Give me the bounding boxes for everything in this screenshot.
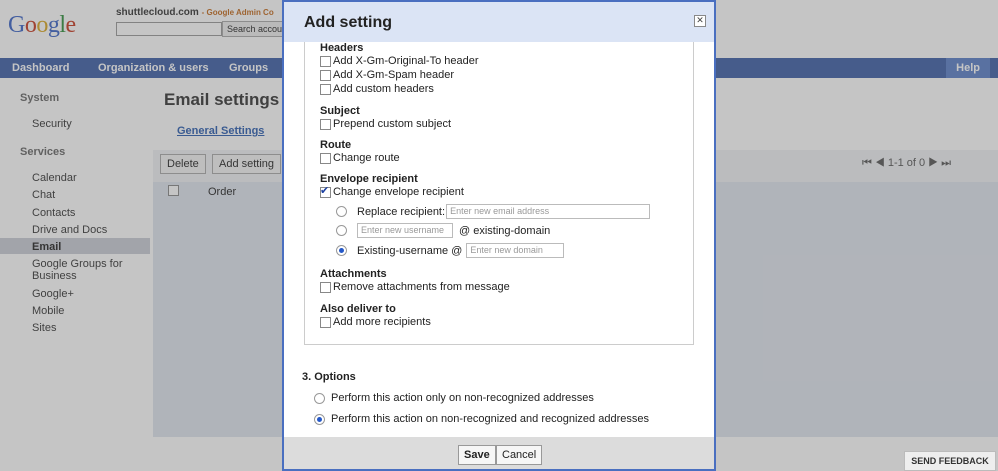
option-label: Change route bbox=[333, 152, 400, 164]
save-button[interactable]: Save bbox=[458, 445, 496, 465]
radio-button[interactable] bbox=[336, 206, 347, 217]
prepend-subject-option[interactable]: Prepend custom subject bbox=[320, 118, 451, 130]
replace-recipient-option[interactable]: Replace recipient: Enter new email addres… bbox=[336, 204, 651, 219]
option-label: Add custom headers bbox=[333, 83, 434, 95]
new-username-option[interactable]: Enter new username @ existing-domain bbox=[336, 223, 550, 238]
dialog-title: Add setting bbox=[304, 14, 392, 31]
option-label: Change envelope recipient bbox=[333, 186, 464, 198]
new-email-input[interactable]: Enter new email address bbox=[446, 204, 651, 219]
gm-original-to-option[interactable]: Add X-Gm-Original-To header bbox=[320, 55, 479, 67]
existing-username-option[interactable]: Existing-username @ Enter new domain bbox=[336, 243, 565, 258]
remove-attachments-option[interactable]: Remove attachments from message bbox=[320, 281, 510, 293]
option-label: @ existing-domain bbox=[459, 224, 551, 237]
radio-button[interactable] bbox=[314, 392, 325, 404]
option-label: Add more recipients bbox=[333, 316, 431, 328]
checkbox-checked[interactable] bbox=[320, 184, 331, 198]
option-label: Perform this action on non-recognized an… bbox=[331, 413, 649, 425]
send-feedback-button[interactable]: SEND FEEDBACK bbox=[904, 451, 996, 471]
cancel-button[interactable]: Cancel bbox=[496, 445, 543, 465]
custom-headers-option[interactable]: Add custom headers bbox=[320, 83, 434, 95]
checkbox[interactable] bbox=[320, 152, 331, 164]
radio-button[interactable] bbox=[336, 225, 347, 236]
envelope-heading: Envelope recipient bbox=[320, 173, 418, 185]
checkbox[interactable] bbox=[320, 281, 331, 293]
checkbox[interactable] bbox=[320, 316, 331, 328]
gm-spam-option[interactable]: Add X-Gm-Spam header bbox=[320, 69, 454, 81]
new-domain-input[interactable]: Enter new domain bbox=[466, 243, 565, 258]
change-envelope-option[interactable]: Change envelope recipient bbox=[320, 184, 464, 198]
also-deliver-heading: Also deliver to bbox=[320, 303, 396, 315]
option-label: Add X-Gm-Original-To header bbox=[333, 55, 479, 67]
close-icon[interactable]: ✕ bbox=[694, 15, 706, 27]
change-route-option[interactable]: Change route bbox=[320, 152, 400, 164]
option-label: Prepend custom subject bbox=[333, 118, 452, 130]
checkbox[interactable] bbox=[320, 55, 331, 67]
new-username-input[interactable]: Enter new username bbox=[357, 223, 453, 238]
add-recipients-option[interactable]: Add more recipients bbox=[320, 316, 431, 328]
option-label: Add X-Gm-Spam header bbox=[333, 69, 455, 81]
radio-button-selected[interactable] bbox=[314, 413, 325, 425]
route-heading: Route bbox=[320, 139, 352, 151]
attachments-heading: Attachments bbox=[320, 268, 387, 280]
non-recognized-only-option[interactable]: Perform this action only on non-recogniz… bbox=[314, 392, 594, 404]
option-label: Perform this action only on non-recogniz… bbox=[331, 392, 594, 404]
all-addresses-option[interactable]: Perform this action on non-recognized an… bbox=[314, 413, 649, 425]
option-label: Remove attachments from message bbox=[333, 281, 510, 293]
options-heading: 3. Options bbox=[302, 371, 356, 383]
headers-heading: Headers bbox=[320, 42, 364, 54]
radio-button-selected[interactable] bbox=[336, 245, 347, 256]
add-setting-dialog: Add setting ✕ Headers Add X-Gm-Original-… bbox=[282, 0, 716, 471]
option-label: Replace recipient: bbox=[357, 205, 446, 218]
subject-heading: Subject bbox=[320, 105, 360, 117]
checkbox[interactable] bbox=[320, 118, 331, 130]
checkbox[interactable] bbox=[320, 69, 331, 81]
checkbox[interactable] bbox=[320, 83, 331, 95]
option-label: Existing-username @ bbox=[357, 244, 463, 257]
